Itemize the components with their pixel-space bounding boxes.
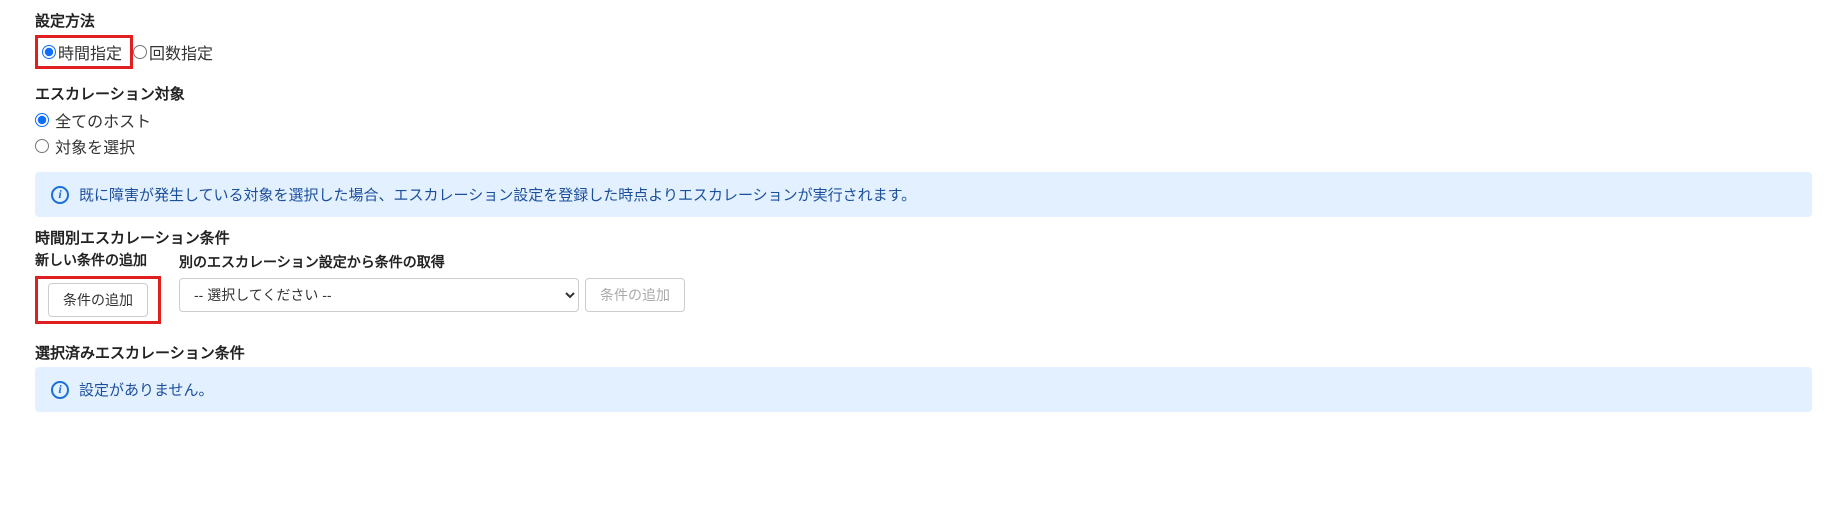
from-other-controls: -- 選択してください -- 条件の追加 (179, 278, 685, 312)
escalation-target-label: エスカレーション対象 (35, 83, 1812, 104)
from-other-label: 別のエスカレーション設定から条件の取得 (179, 252, 685, 272)
setting-method-group: 設定方法 時間指定 回数指定 (35, 10, 1812, 69)
conditions-row: 新しい条件の追加 条件の追加 別のエスカレーション設定から条件の取得 -- 選択… (35, 252, 1812, 324)
radio-time-item[interactable]: 時間指定 (42, 40, 122, 64)
add-new-condition-label: 新しい条件の追加 (35, 250, 161, 270)
setting-method-radios: 時間指定 回数指定 (35, 35, 1812, 69)
radio-time-input[interactable] (42, 45, 56, 59)
radio-count-label[interactable]: 回数指定 (149, 40, 213, 64)
highlight-add-condition: 条件の追加 (35, 276, 161, 324)
info-banner-text: 既に障害が発生している対象を選択した場合、エスカレーション設定を登録した時点より… (79, 184, 916, 205)
radio-select-target-input[interactable] (35, 139, 49, 153)
highlight-time-option: 時間指定 (35, 35, 133, 69)
radio-select-target-label[interactable]: 対象を選択 (55, 140, 135, 157)
selected-conditions-label: 選択済みエスカレーション条件 (35, 342, 1812, 363)
info-banner-existing-failure: i 既に障害が発生している対象を選択した場合、エスカレーション設定を登録した時点… (35, 172, 1812, 217)
selected-conditions-group: 選択済みエスカレーション条件 i 設定がありません。 (35, 342, 1812, 412)
radio-all-hosts-label[interactable]: 全てのホスト (55, 114, 151, 131)
info-icon: i (51, 186, 69, 204)
radio-select-target-item[interactable]: 対象を選択 (35, 134, 1808, 158)
escalation-source-select[interactable]: -- 選択してください -- (179, 278, 579, 312)
radio-count-input[interactable] (133, 45, 147, 59)
from-other-condition-col: 別のエスカレーション設定から条件の取得 -- 選択してください -- 条件の追加 (179, 252, 685, 312)
escalation-target-radios: 全てのホスト 対象を選択 (35, 108, 1812, 158)
radio-count-item[interactable]: 回数指定 (133, 40, 213, 64)
add-new-condition-col: 新しい条件の追加 条件の追加 (35, 250, 161, 324)
info-banner-no-settings: i 設定がありません。 (35, 367, 1812, 412)
add-condition-from-other-button[interactable]: 条件の追加 (585, 278, 685, 312)
info-icon: i (51, 381, 69, 399)
time-conditions-label: 時間別エスカレーション条件 (35, 227, 1812, 248)
radio-time-label[interactable]: 時間指定 (58, 40, 122, 64)
setting-method-label: 設定方法 (35, 10, 1812, 31)
no-settings-text: 設定がありません。 (79, 379, 214, 400)
add-condition-button[interactable]: 条件の追加 (48, 283, 148, 317)
escalation-target-group: エスカレーション対象 全てのホスト 対象を選択 (35, 83, 1812, 158)
radio-all-hosts-input[interactable] (35, 113, 49, 127)
radio-all-hosts-item[interactable]: 全てのホスト (35, 108, 1808, 132)
